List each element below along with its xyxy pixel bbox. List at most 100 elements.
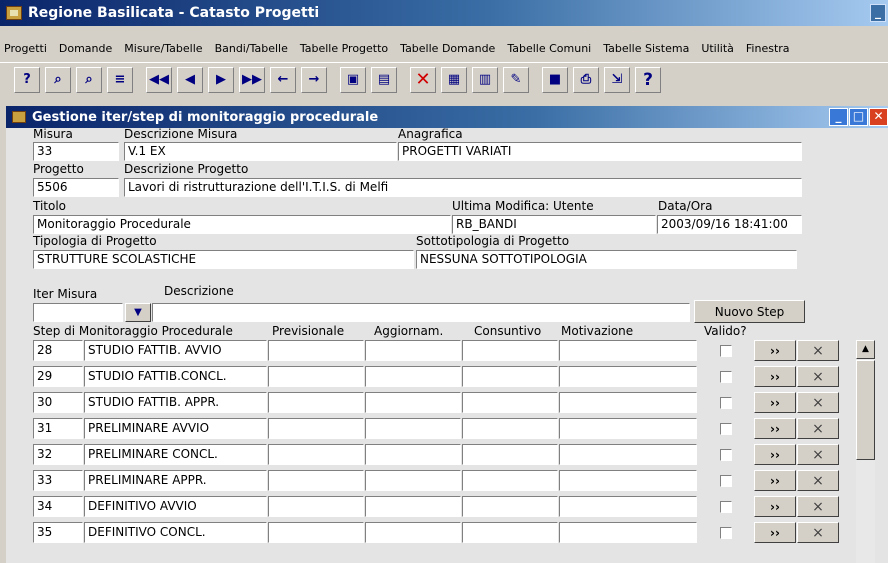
open-step-button[interactable]: ››: [754, 418, 796, 439]
cell-consuntivo[interactable]: [462, 496, 558, 517]
save-icon[interactable]: ■: [542, 66, 568, 93]
cell-num[interactable]: 35: [33, 522, 83, 543]
query-find-icon[interactable]: ?: [14, 66, 40, 93]
cell-aggiornam[interactable]: [365, 496, 461, 517]
delete-step-button[interactable]: ×: [797, 392, 839, 413]
prev-record-icon[interactable]: ◀: [177, 66, 203, 93]
cell-consuntivo[interactable]: [462, 366, 558, 387]
cell-step[interactable]: STUDIO FATTIB. AVVIO: [84, 340, 267, 361]
back-icon[interactable]: ←: [270, 66, 296, 93]
cell-consuntivo[interactable]: [462, 392, 558, 413]
grid-scrollbar[interactable]: ▲: [856, 340, 875, 563]
titolo-field[interactable]: Monitoraggio Procedurale: [33, 215, 451, 234]
data-ora-field[interactable]: 2003/09/16 18:41:00: [657, 215, 802, 234]
tipologia-field[interactable]: STRUTTURE SCOLASTICHE: [33, 250, 414, 269]
minimize-button[interactable]: _: [870, 4, 886, 22]
cell-aggiornam[interactable]: [365, 522, 461, 543]
menu-item-tabelle-comuni[interactable]: Tabelle Comuni: [507, 42, 591, 55]
cell-step[interactable]: STUDIO FATTIB.CONCL.: [84, 366, 267, 387]
iter-misura-dropdown-icon[interactable]: ▼: [125, 303, 151, 322]
cell-previsionale[interactable]: [268, 470, 364, 491]
cell-aggiornam[interactable]: [365, 340, 461, 361]
help-icon[interactable]: ?: [635, 66, 661, 93]
cell-aggiornam[interactable]: [365, 366, 461, 387]
sort-icon[interactable]: ≡: [107, 66, 133, 93]
cell-consuntivo[interactable]: [462, 522, 558, 543]
exit-icon[interactable]: ⇲: [604, 66, 630, 93]
valido-checkbox[interactable]: [720, 371, 732, 383]
print-icon[interactable]: ⎙: [573, 66, 599, 93]
open-step-button[interactable]: ››: [754, 444, 796, 465]
clear-icon[interactable]: ▦: [441, 66, 467, 93]
descrizione-field[interactable]: [152, 303, 690, 322]
misura-field[interactable]: 33: [33, 142, 119, 161]
cell-motivazione[interactable]: [559, 444, 697, 465]
cell-consuntivo[interactable]: [462, 418, 558, 439]
edit-icon[interactable]: ✎: [503, 66, 529, 93]
find-next-icon[interactable]: ⌕: [76, 66, 102, 93]
next-record-icon[interactable]: ▶: [208, 66, 234, 93]
cell-previsionale[interactable]: [268, 392, 364, 413]
first-record-icon[interactable]: ◀◀: [146, 66, 172, 93]
cell-motivazione[interactable]: [559, 392, 697, 413]
cell-num[interactable]: 32: [33, 444, 83, 465]
cell-aggiornam[interactable]: [365, 392, 461, 413]
cell-step[interactable]: DEFINITIVO AVVIO: [84, 496, 267, 517]
duplicate-icon[interactable]: ▤: [371, 66, 397, 93]
anagrafica-field[interactable]: PROGETTI VARIATI: [398, 142, 802, 161]
delete-step-button[interactable]: ×: [797, 496, 839, 517]
cell-consuntivo[interactable]: [462, 340, 558, 361]
valido-checkbox[interactable]: [720, 345, 732, 357]
minimize-window-button[interactable]: _: [829, 108, 848, 126]
cell-step[interactable]: STUDIO FATTIB. APPR.: [84, 392, 267, 413]
cell-aggiornam[interactable]: [365, 470, 461, 491]
find-icon[interactable]: ⌕: [45, 66, 71, 93]
cell-motivazione[interactable]: [559, 340, 697, 361]
open-step-button[interactable]: ››: [754, 496, 796, 517]
valido-checkbox[interactable]: [720, 397, 732, 409]
menu-item-finestra[interactable]: Finestra: [746, 42, 790, 55]
open-step-button[interactable]: ››: [754, 470, 796, 491]
copy-icon[interactable]: ▥: [472, 66, 498, 93]
scroll-thumb[interactable]: [856, 360, 875, 460]
descrizione-misura-field[interactable]: V.1 EX: [124, 142, 397, 161]
valido-checkbox[interactable]: [720, 475, 732, 487]
cell-num[interactable]: 31: [33, 418, 83, 439]
sottotipologia-field[interactable]: NESSUNA SOTTOTIPOLOGIA: [416, 250, 797, 269]
menu-item-bandi-tabelle[interactable]: Bandi/Tabelle: [215, 42, 288, 55]
menu-item-progetti[interactable]: Progetti: [4, 42, 47, 55]
nuovo-step-button[interactable]: Nuovo Step: [694, 300, 805, 323]
open-step-button[interactable]: ››: [754, 392, 796, 413]
delete-step-button[interactable]: ×: [797, 418, 839, 439]
valido-checkbox[interactable]: [720, 501, 732, 513]
cell-motivazione[interactable]: [559, 522, 697, 543]
menu-item-tabelle-sistema[interactable]: Tabelle Sistema: [603, 42, 689, 55]
last-record-icon[interactable]: ▶▶: [239, 66, 265, 93]
cell-step[interactable]: PRELIMINARE AVVIO: [84, 418, 267, 439]
menu-item-tabelle-progetto[interactable]: Tabelle Progetto: [300, 42, 388, 55]
cell-num[interactable]: 30: [33, 392, 83, 413]
menu-item-domande[interactable]: Domande: [59, 42, 112, 55]
cell-previsionale[interactable]: [268, 444, 364, 465]
cell-num[interactable]: 34: [33, 496, 83, 517]
valido-checkbox[interactable]: [720, 449, 732, 461]
delete-step-button[interactable]: ×: [797, 444, 839, 465]
cell-step[interactable]: DEFINITIVO CONCL.: [84, 522, 267, 543]
cell-previsionale[interactable]: [268, 522, 364, 543]
open-step-button[interactable]: ››: [754, 366, 796, 387]
descrizione-progetto-field[interactable]: Lavori di ristrutturazione dell'I.T.I.S.…: [124, 178, 802, 197]
delete-step-button[interactable]: ×: [797, 470, 839, 491]
menu-item-tabelle-domande[interactable]: Tabelle Domande: [400, 42, 495, 55]
cell-previsionale[interactable]: [268, 496, 364, 517]
cell-step[interactable]: PRELIMINARE CONCL.: [84, 444, 267, 465]
close-window-button[interactable]: ✕: [869, 108, 888, 126]
cell-previsionale[interactable]: [268, 340, 364, 361]
menu-item-utilit-[interactable]: Utilità: [701, 42, 734, 55]
cell-motivazione[interactable]: [559, 470, 697, 491]
delete-icon[interactable]: ✕: [410, 66, 436, 93]
delete-step-button[interactable]: ×: [797, 522, 839, 543]
cell-consuntivo[interactable]: [462, 470, 558, 491]
ultima-modifica-field[interactable]: RB_BANDI: [452, 215, 656, 234]
cell-motivazione[interactable]: [559, 496, 697, 517]
valido-checkbox[interactable]: [720, 423, 732, 435]
